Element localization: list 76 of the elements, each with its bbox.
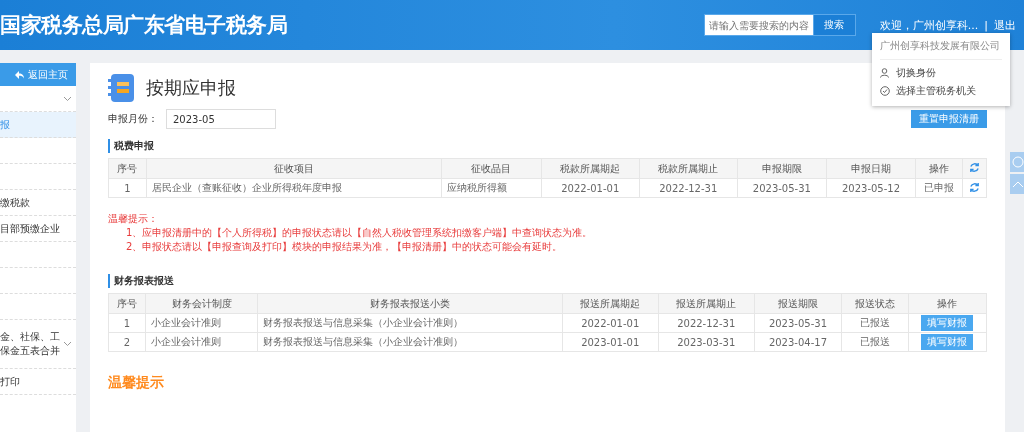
table-cell: 2022-01-01 [562, 313, 659, 333]
column-header: 操作 [915, 158, 963, 179]
search-field[interactable]: 请输入需要搜索的内容 搜索 [703, 14, 856, 36]
notice-text: 2、申报状态请以【申报查询及打印】模块的申报结果为准，【申报清册】中的状态可能会有延时。 [125, 240, 564, 254]
column-header: 税款所属期止 [639, 158, 738, 179]
table-cell: 2023-05-31 [737, 178, 827, 198]
table-cell: 小企业会计准则 [145, 313, 258, 333]
notice-text: 1、应申报清册中的【个人所得税】的申报状态请以【自然人税收管理系统扣缴客户端】中查询状态为准。 [125, 226, 594, 240]
field-label: 申报月份： [108, 112, 159, 126]
search-button[interactable]: 搜索 [812, 15, 855, 35]
table-cell: 财务报表报送与信息采集（小企业会计准则） [257, 313, 563, 333]
table-cell: 2022-12-31 [639, 178, 738, 198]
column-header: 序号 [108, 158, 147, 179]
table-cell: 2023-01-01 [562, 332, 659, 352]
chat-button[interactable] [1010, 152, 1024, 172]
column-header: 操作 [908, 293, 987, 314]
chevron-up-icon [1012, 180, 1024, 188]
menu-item[interactable]: 切换身份 [880, 64, 1002, 82]
section-title: 财务报表报送 [108, 274, 987, 288]
column-header: 序号 [108, 293, 146, 314]
sidebar-item[interactable]: 报 [0, 112, 76, 138]
site-title: 国家税务总局广东省电子税务局 [0, 12, 287, 39]
reset-button[interactable]: 重置申报清册 [911, 110, 987, 128]
company-name: 广州创享科技发展有限公司 [880, 39, 1002, 60]
month-field[interactable]: 2023-05 [166, 109, 276, 129]
column-header: 报送所属期起 [562, 293, 659, 314]
tips-title: 温馨提示 [108, 374, 165, 392]
column-header: 申报日期 [826, 158, 916, 179]
section-title: 税费申报 [108, 139, 987, 153]
column-header: 财务报表报送小类 [257, 293, 563, 314]
welcome-text[interactable]: 欢迎，广州创享科... [879, 17, 979, 33]
notebook-icon [108, 73, 136, 103]
check-circle-icon [880, 86, 890, 96]
column-header: 征收品目 [441, 158, 542, 179]
return-arrow-icon [15, 70, 24, 79]
table-cell: 2 [108, 332, 146, 352]
column-header: 征收项目 [146, 158, 442, 179]
column-header: 报送期限 [754, 293, 842, 314]
table-cell: 1 [108, 178, 147, 198]
table-cell: 已申报 [915, 178, 963, 198]
user-icon [880, 68, 890, 78]
refresh-icon[interactable] [968, 181, 980, 193]
column-header: 申报期限 [737, 158, 827, 179]
table-cell: 2023-05-31 [754, 313, 842, 333]
column-header: 报送所属期止 [658, 293, 755, 314]
table-cell: 居民企业（查账征收）企业所得税年度申报 [146, 178, 442, 198]
back-to-top-button[interactable] [1010, 174, 1024, 194]
table-cell: 1 [108, 313, 146, 333]
table-cell: 2023-05-12 [826, 178, 916, 198]
table-cell: 财务报表报送与信息采集（小企业会计准则） [257, 332, 563, 352]
separator: | [984, 18, 988, 32]
column-header: 财务会计制度 [145, 293, 258, 314]
table-cell: 已报送 [841, 313, 909, 333]
sidebar-item[interactable]: 打印 [0, 369, 76, 395]
fill-report-button[interactable]: 填写财报 [921, 334, 974, 350]
sidebar-item[interactable]: 金、社保、工保金五表合并 [0, 320, 76, 369]
chevron-down-icon [63, 341, 72, 347]
table-cell: 2023-03-31 [658, 332, 755, 352]
chevron-down-icon [63, 95, 72, 102]
table-cell: 应纳税所得额 [441, 178, 542, 198]
table-cell: 已报送 [841, 332, 909, 352]
menu-item[interactable]: 选择主管税务机关 [880, 82, 1002, 100]
fill-report-button[interactable]: 填写财报 [921, 315, 974, 331]
refresh-icon[interactable] [968, 162, 980, 173]
column-header: 税款所属期起 [541, 158, 640, 179]
table-cell: 2023-04-17 [754, 332, 842, 352]
table-cell: 2022-12-31 [658, 313, 755, 333]
notice-title: 温馨提示： [108, 212, 159, 226]
back-home-button[interactable]: 返回主页 [0, 63, 76, 86]
sidebar-item[interactable]: 目部预缴企业 [0, 216, 76, 242]
table-cell: 2022-01-01 [541, 178, 640, 198]
sidebar-item[interactable]: 缴税款 [0, 190, 76, 216]
logout-link[interactable]: 退出 [994, 17, 1016, 33]
table-cell: 小企业会计准则 [145, 332, 258, 352]
column-header: 报送状态 [841, 293, 909, 314]
page-title: 按期应申报 [146, 76, 236, 100]
